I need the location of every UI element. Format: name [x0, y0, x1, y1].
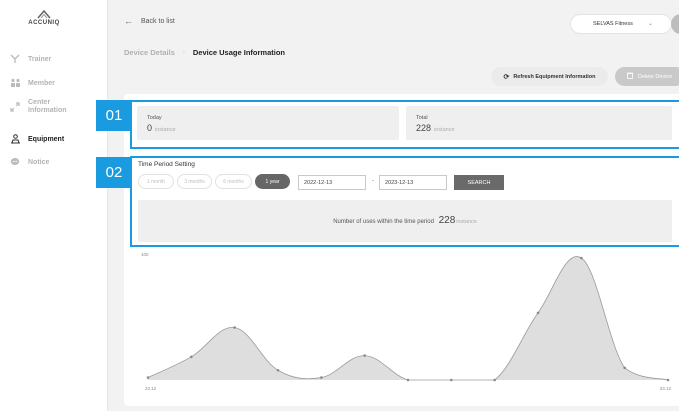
chart-point[interactable]	[450, 378, 453, 382]
page-title: Device Usage Information	[192, 48, 285, 57]
sidebar-item-trainer[interactable]: Trainer	[8, 54, 51, 64]
annotation-tag-02: 02	[96, 157, 132, 188]
chart-point[interactable]	[146, 376, 150, 379]
chart-point[interactable]	[190, 355, 193, 359]
annotation-box-01	[130, 100, 679, 149]
scale-icon	[8, 134, 22, 144]
whistle-icon	[8, 54, 22, 64]
chat-icon	[8, 157, 22, 167]
chart-point[interactable]	[363, 354, 366, 357]
chart-xtick-start: 22.12	[145, 386, 157, 391]
chart-point[interactable]	[320, 376, 323, 379]
gym-select[interactable]: SELVAS Fitness ⌄	[570, 14, 672, 34]
sidebar-item-center-information[interactable]: Center Information	[8, 99, 67, 115]
usage-chart: 100 22.12 23.12	[141, 252, 672, 391]
chart-area	[148, 256, 668, 380]
members-icon	[8, 78, 22, 88]
chart-xtick-end: 23.12	[660, 386, 672, 391]
chart-point[interactable]	[536, 311, 540, 315]
delete-label: Delete Device	[638, 73, 673, 80]
breadcrumb: Device Details › Device Usage Informatio…	[124, 48, 285, 57]
brand-logo[interactable]: ACCUNIQ	[24, 10, 64, 26]
chart-point[interactable]	[580, 256, 583, 260]
sidebar-item-label: Center Information	[28, 99, 67, 115]
chart-point[interactable]	[493, 378, 496, 382]
chart-point[interactable]	[623, 366, 626, 370]
link-icon	[8, 102, 22, 112]
refresh-label: Refresh Equipment Information	[513, 73, 596, 80]
back-label: Back to list	[141, 17, 175, 25]
chart-point[interactable]	[406, 378, 410, 382]
sidebar-item-notice[interactable]: Notice	[8, 157, 49, 167]
sidebar-item-equipment[interactable]: Equipment	[8, 134, 64, 144]
trash-icon	[627, 72, 633, 81]
sidebar: ACCUNIQ Trainer Member Center Informatio…	[0, 0, 108, 411]
chart-point[interactable]	[233, 326, 236, 329]
breadcrumb-separator-icon: ›	[182, 49, 185, 56]
gym-select-value: SELVAS Fitness	[593, 21, 633, 27]
annotation-tag-01: 01	[96, 100, 132, 131]
chevron-down-icon: ⌄	[647, 21, 653, 27]
brand-name: ACCUNIQ	[28, 20, 60, 26]
breadcrumb-parent[interactable]: Device Details	[124, 48, 175, 57]
refresh-icon: ⟳	[503, 73, 510, 81]
chart-point[interactable]	[666, 378, 670, 382]
annotation-box-02	[130, 156, 679, 247]
refresh-equipment-button[interactable]: ⟳ Refresh Equipment Information	[491, 67, 608, 86]
sidebar-item-label: Equipment	[28, 135, 65, 143]
arrow-left-icon: ←	[124, 16, 133, 26]
delete-device-button[interactable]: Delete Device	[615, 67, 679, 86]
sidebar-item-label-line1: Center	[28, 99, 51, 106]
sidebar-item-label: Notice	[28, 158, 50, 166]
chart-ytick-top: 100	[141, 252, 149, 257]
logo-mark-icon	[37, 10, 51, 19]
sidebar-item-label: Member	[28, 79, 55, 87]
sidebar-item-member[interactable]: Member	[8, 78, 55, 88]
back-to-list-link[interactable]: ← Back to list	[124, 16, 175, 26]
topbar: ← Back to list SELVAS Fitness ⌄	[109, 0, 679, 44]
sidebar-item-label: Trainer	[28, 55, 52, 63]
avatar[interactable]	[671, 14, 679, 34]
chart-point[interactable]	[276, 368, 280, 372]
sidebar-item-label-line2: Information	[28, 107, 67, 114]
